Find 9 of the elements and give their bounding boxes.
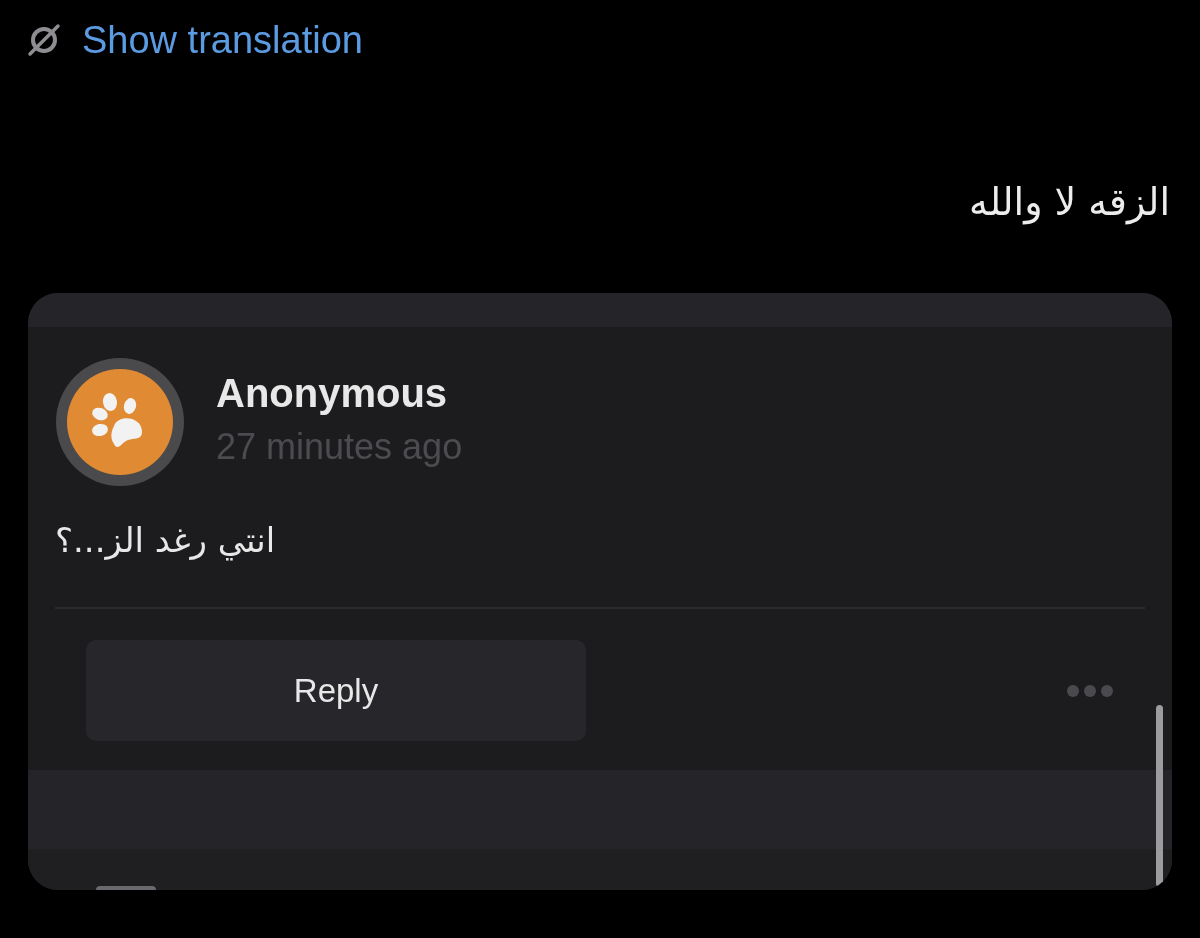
comment-text: انتي رغد الز...؟ [55, 519, 276, 563]
show-translation-link[interactable]: Show translation [82, 16, 363, 64]
more-icon[interactable] [1067, 684, 1113, 697]
avatar-edge [96, 886, 156, 890]
reply-button[interactable]: Reply [86, 640, 586, 741]
author-name: Anonymous [216, 370, 449, 416]
no-translation-icon [26, 22, 62, 58]
post-text: الزقه لا والله [969, 179, 1170, 227]
paw-avatar-icon [56, 358, 184, 486]
